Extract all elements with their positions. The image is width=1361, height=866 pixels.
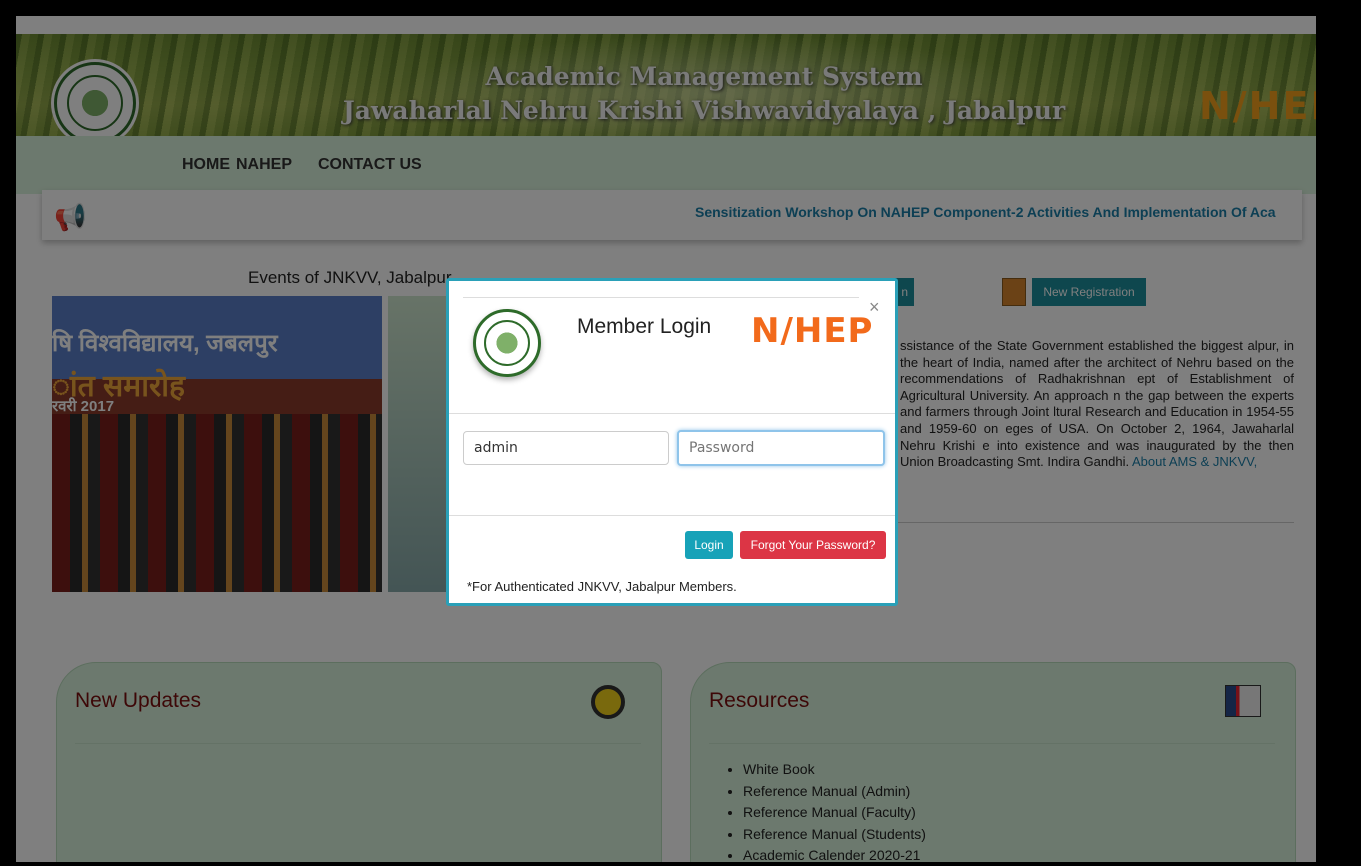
modal-separator [449,515,895,516]
password-input[interactable] [677,430,885,466]
modal-title: Member Login [577,315,712,338]
browser-viewport: Academic Management System Jawaharlal Ne… [12,12,1320,866]
university-seal-logo [473,309,541,377]
modal-separator [449,413,895,414]
login-button[interactable]: Login [685,531,733,559]
member-login-modal: Member Login N/HEP × Login Forgot Your P… [446,278,898,606]
forgot-password-button[interactable]: Forgot Your Password? [740,531,886,559]
modal-top-line [463,297,859,298]
page: Academic Management System Jawaharlal Ne… [16,16,1316,862]
modal-note: *For Authenticated JNKVV, Jabalpur Membe… [467,579,737,594]
username-input[interactable] [463,431,669,465]
close-icon[interactable]: × [869,297,880,318]
nahep-logo: N/HEP [751,311,874,351]
